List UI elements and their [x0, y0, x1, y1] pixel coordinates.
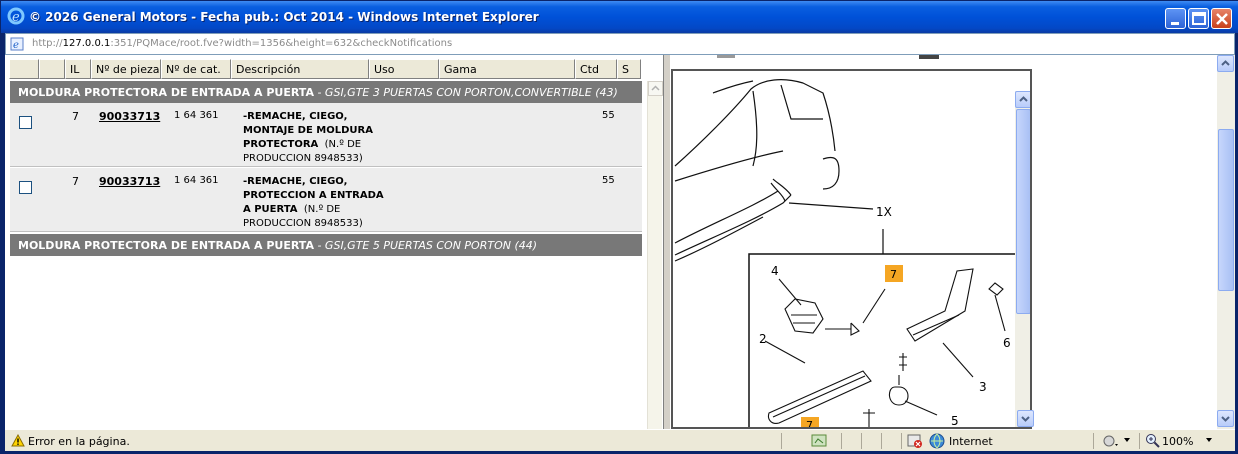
chevron-down-icon[interactable]: [1123, 436, 1131, 444]
diagram-scrollbar[interactable]: [1015, 91, 1030, 427]
ie-logo-icon: e: [7, 7, 25, 25]
row-il: 7: [72, 175, 79, 188]
part-number-link[interactable]: 90033713: [99, 175, 160, 188]
status-divider: [881, 433, 883, 449]
title-bar[interactable]: e © 2026 General Motors - Fecha pub.: Oc…: [1, 1, 1238, 33]
col-select[interactable]: [9, 59, 39, 79]
callout-3: 3: [979, 380, 987, 394]
svg-text:e: e: [13, 40, 19, 51]
close-icon: [1216, 13, 1228, 25]
protected-mode-icon: [907, 434, 922, 448]
col-gama[interactable]: Gama: [439, 59, 575, 79]
status-divider: [861, 433, 863, 449]
diagram-scroll-up-button[interactable]: [1015, 91, 1030, 108]
callout-2: 2: [759, 332, 767, 346]
zoom-icon[interactable]: [1145, 433, 1161, 449]
row-checkbox[interactable]: [19, 181, 32, 194]
address-bar[interactable]: e http://127.0.0.1:351/PQMace/root.fve?w…: [5, 33, 1235, 55]
callout-5: 5: [951, 414, 959, 428]
section-subtitle: - GSI,GTE 5 PUERTAS CON PORTON (44): [313, 239, 538, 252]
col-s[interactable]: S: [617, 59, 641, 79]
page-scroll-up-button[interactable]: [1217, 55, 1234, 72]
close-button[interactable]: [1211, 8, 1232, 29]
diagram-scroll-thumb[interactable]: [1016, 109, 1030, 314]
section-header: MOLDURA PROTECTORA DE ENTRADA A PUERTA -…: [10, 234, 642, 256]
row-description: -REMACHE, CIEGO, PROTECCION A ENTRADA A …: [243, 176, 384, 229]
page-scroll-down-button[interactable]: [1217, 410, 1234, 427]
status-divider: [1139, 433, 1141, 449]
zoom-level[interactable]: 100%: [1162, 435, 1193, 448]
col-il[interactable]: IL: [65, 59, 91, 79]
chevron-down-icon[interactable]: [1205, 436, 1213, 444]
address-url[interactable]: http://127.0.0.1:351/PQMace/root.fve?wid…: [32, 38, 452, 49]
section-title: MOLDURA PROTECTORA DE ENTRADA A PUERTA: [18, 239, 314, 252]
exploded-view-illustration: 1X 7 7 4 2 3 6 5: [674, 79, 1015, 429]
callout-7-bottom: 7: [806, 419, 813, 429]
status-divider: [1093, 433, 1095, 449]
status-divider: [901, 433, 903, 449]
col-description[interactable]: Descripción: [231, 59, 369, 79]
row-checkbox[interactable]: [19, 116, 32, 129]
zone-label: Internet: [949, 435, 993, 448]
row-description: -REMACHE, CIEGO, MONTAJE DE MOLDURA PROT…: [243, 111, 373, 164]
chevron-down-icon: [1221, 416, 1230, 422]
diagram-top-edge: [717, 55, 939, 59]
diagram-frame: 1X 7 7 4 2 3 6 5: [671, 55, 1235, 429]
chevron-down-icon: [1021, 416, 1030, 422]
network-icon: [811, 434, 827, 447]
frame-splitter[interactable]: [663, 55, 671, 429]
column-header-row: IL Nº de pieza Nº de cat. Descripción Us…: [9, 59, 641, 79]
warning-icon[interactable]: [11, 434, 25, 447]
window-title: © 2026 General Motors - Fecha pub.: Oct …: [29, 10, 539, 24]
ie-window: e © 2026 General Motors - Fecha pub.: Oc…: [0, 0, 1238, 454]
callout-7: 7: [890, 268, 897, 281]
parts-diagram[interactable]: 1X 7 7 4 2 3 6 5: [671, 69, 1032, 429]
maximize-icon: [1192, 12, 1206, 25]
row-cat-number: 1 64 361: [174, 110, 219, 121]
status-message[interactable]: Error en la página.: [28, 435, 130, 448]
status-bar: Error en la página. Internet 100%: [5, 429, 1235, 451]
chevron-up-icon: [651, 85, 660, 91]
table-row: 7 90033713 1 64 361 -REMACHE, CIEGO, PRO…: [10, 168, 642, 232]
pop-up-blocker-icon[interactable]: [1101, 433, 1119, 449]
page-scrollbar[interactable]: [1217, 55, 1235, 429]
col-qty[interactable]: Ctd: [575, 59, 617, 79]
section-header: MOLDURA PROTECTORA DE ENTRADA A PUERTA -…: [10, 81, 642, 103]
part-number-link[interactable]: 90033713: [99, 110, 160, 123]
status-divider: [841, 433, 843, 449]
status-divider: [781, 433, 783, 449]
col-cat-number[interactable]: Nº de cat.: [161, 59, 231, 79]
page-icon: e: [10, 37, 24, 51]
callout-1x: 1X: [876, 205, 892, 219]
row-qty: 55: [602, 110, 615, 121]
page-scroll-thumb[interactable]: [1218, 129, 1234, 291]
callout-4: 4: [771, 264, 779, 278]
minimize-button[interactable]: [1165, 8, 1186, 29]
browser-content: IL Nº de pieza Nº de cat. Descripción Us…: [5, 55, 1235, 429]
scroll-up-button[interactable]: [648, 81, 663, 96]
row-cat-number: 1 64 361: [174, 175, 219, 186]
section-title: MOLDURA PROTECTORA DE ENTRADA A PUERTA: [18, 86, 314, 99]
svg-text:e: e: [12, 10, 20, 25]
chevron-up-icon: [1019, 96, 1028, 102]
row-il: 7: [72, 110, 79, 123]
minimize-icon: [1171, 22, 1179, 25]
row-qty: 55: [602, 175, 615, 186]
diagram-scroll-down-button[interactable]: [1017, 410, 1034, 427]
col-uso[interactable]: Uso: [369, 59, 439, 79]
parts-list-frame: IL Nº de pieza Nº de cat. Descripción Us…: [5, 55, 663, 429]
chevron-up-icon: [1221, 60, 1230, 66]
maximize-button[interactable]: [1188, 8, 1209, 29]
col-blank[interactable]: [39, 59, 65, 79]
globe-icon: [929, 433, 945, 449]
col-part-number[interactable]: Nº de pieza: [91, 59, 161, 79]
section-subtitle: - GSI,GTE 3 PUERTAS CON PORTON,CONVERTIB…: [313, 86, 618, 99]
left-scrollbar[interactable]: [647, 81, 663, 429]
callout-6: 6: [1003, 336, 1011, 350]
table-row: 7 90033713 1 64 361 -REMACHE, CIEGO, MON…: [10, 103, 642, 167]
